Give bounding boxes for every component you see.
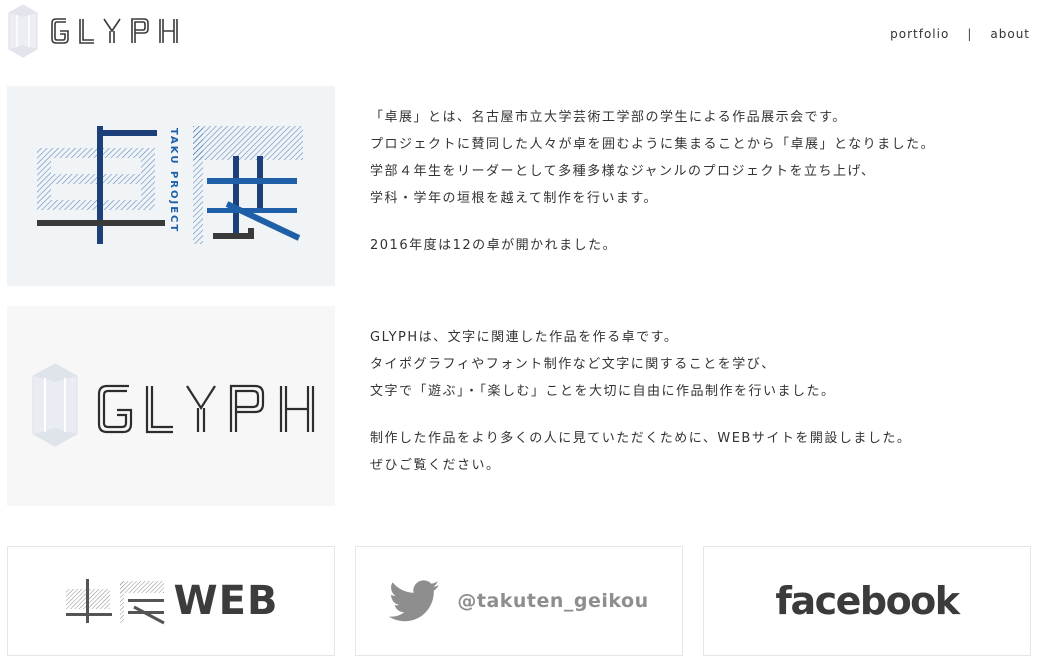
glyph-paragraph: 文字で「遊ぶ」・「楽しむ」ことを大切に自由に作品制作を行いました。 — [370, 384, 836, 399]
taku-description: 「卓展」とは、名古屋市立大学芸術工学部の学生による作品展示会です。 プロジェクト… — [370, 104, 1010, 259]
glyph-wordmark — [51, 18, 178, 44]
web-label: WEB — [173, 578, 279, 624]
taku-project-vertical-text: TAKU PROJECT — [168, 128, 179, 233]
site-header: portfolio | about — [0, 0, 1042, 70]
facebook-link[interactable]: facebook — [703, 546, 1031, 656]
taku-note: 2016年度は12の卓が開かれました。 — [370, 238, 618, 253]
taku-paragraph: 学部４年生をリーダーとして多種多様なジャンルのプロジェクトを立ち上げ、 — [370, 164, 876, 179]
taku-paragraph: 学科・学年の垣根を越えて制作を行います。 — [370, 191, 659, 206]
taku-logo-panel: TAKU PROJECT — [7, 86, 335, 286]
nav-portfolio-link[interactable]: portfolio — [890, 27, 949, 41]
gem-icon — [8, 4, 38, 58]
glyph-paragraph: GLYPHは、文字に関連した作品を作る卓です。 — [370, 330, 679, 345]
glyph-description: GLYPHは、文字に関連した作品を作る卓です。 タイポグラフィやフォント制作など… — [370, 324, 1010, 479]
site-logo[interactable] — [6, 3, 194, 59]
glyph-paragraph: 制作した作品をより多くの人に見ていただくために、WEBサイトを開設しました。 — [370, 431, 912, 446]
taku-paragraph: プロジェクトに賛同した人々が卓を囲むように集まることから「卓展」となりました。 — [370, 137, 936, 152]
main-nav: portfolio | about — [890, 27, 1030, 41]
glyph-logo — [32, 363, 315, 447]
twitter-link[interactable]: @takuten_geikou — [355, 546, 683, 656]
takuten-kanji-logo — [65, 579, 165, 625]
glyph-paragraph: タイポグラフィやフォント制作など文字に関することを学び、 — [370, 357, 776, 372]
glyph-paragraph: ぜひご覧ください。 — [370, 458, 501, 473]
glyph-logo-panel — [7, 306, 335, 506]
twitter-bird-icon — [389, 580, 440, 622]
takuten-web-link[interactable]: WEB — [7, 546, 335, 656]
nav-about-link[interactable]: about — [990, 27, 1030, 41]
taku-paragraph: 「卓展」とは、名古屋市立大学芸術工学部の学生による作品展示会です。 — [370, 110, 847, 125]
taku-logo: TAKU PROJECT — [37, 126, 303, 244]
twitter-handle: @takuten_geikou — [457, 590, 649, 612]
facebook-wordmark: facebook — [775, 579, 960, 623]
nav-separator: | — [967, 27, 973, 41]
